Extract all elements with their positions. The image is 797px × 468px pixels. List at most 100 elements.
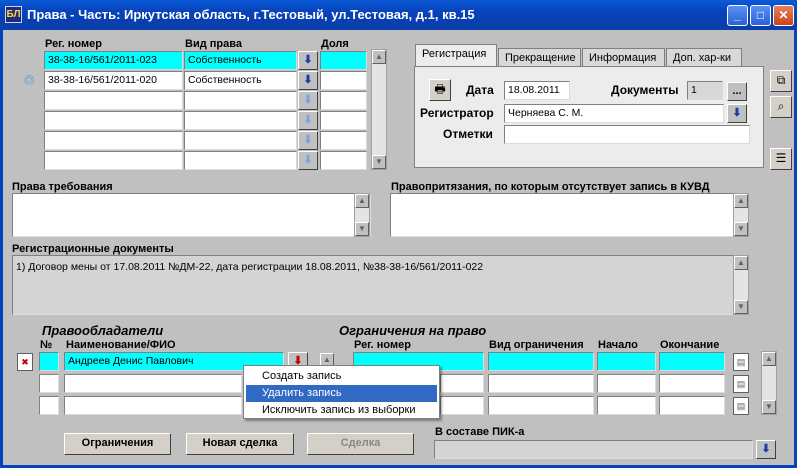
restrictions-header-start: Начало xyxy=(598,339,638,351)
restrictions-button[interactable]: Ограничения xyxy=(64,433,171,455)
rights-row-6-dropdown[interactable]: ⬇ xyxy=(298,151,318,170)
claims-label: Правопритязания, по которым отсутствует … xyxy=(391,181,710,193)
pik-field[interactable] xyxy=(434,440,753,459)
scroll-down-icon[interactable]: ▼ xyxy=(734,300,748,314)
scroll-down-icon[interactable]: ▼ xyxy=(355,222,369,236)
minimize-button[interactable]: _ xyxy=(727,5,748,26)
restriction-row-1-end[interactable] xyxy=(659,352,725,371)
notes-field[interactable] xyxy=(504,125,750,144)
date-field[interactable]: 18.08.2011 xyxy=(504,81,570,100)
tab-extra[interactable]: Доп. хар-ки xyxy=(666,48,742,68)
printer-icon[interactable]: 🖶 xyxy=(429,79,451,101)
deal-button[interactable]: Сделка xyxy=(307,433,414,455)
restriction-row-2-doc-icon[interactable]: ▤ xyxy=(733,375,749,393)
scroll-up-icon[interactable]: ▲ xyxy=(762,352,776,366)
holder-row-1-num[interactable] xyxy=(39,352,59,371)
scroll-up-icon[interactable]: ▲ xyxy=(734,194,748,208)
rights-row-2-dropdown[interactable]: ⬇ xyxy=(298,71,318,90)
holders-title: Правообладатели xyxy=(42,323,164,338)
rights-row-1-type[interactable]: Собственность xyxy=(184,51,297,70)
restriction-row-3-end[interactable] xyxy=(659,396,725,415)
requirements-textarea[interactable] xyxy=(12,193,371,237)
rights-row-1-share[interactable] xyxy=(320,51,367,70)
rights-row-4-reg[interactable] xyxy=(44,111,183,130)
rights-row-4-dropdown[interactable]: ⬇ xyxy=(298,111,318,130)
restriction-row-3-doc-icon[interactable]: ▤ xyxy=(733,397,749,415)
scroll-down-icon[interactable]: ▼ xyxy=(372,155,386,169)
tab-registration[interactable]: Регистрация xyxy=(415,44,497,66)
title-bar: БЛ Права - Часть: Иркутская область, г.Т… xyxy=(0,0,797,30)
menu-item-delete[interactable]: Удалить запись xyxy=(246,385,437,402)
app-icon: БЛ xyxy=(5,6,22,23)
close-button[interactable]: ✕ xyxy=(773,5,794,26)
rights-row-5-dropdown[interactable]: ⬇ xyxy=(298,131,318,150)
registrar-label: Регистратор xyxy=(420,106,494,120)
rights-row-6-share[interactable] xyxy=(320,151,367,170)
reg-docs-scrollbar[interactable]: ▲ ▼ xyxy=(733,255,749,315)
claims-textarea[interactable] xyxy=(390,193,749,237)
new-deal-button[interactable]: Новая сделка xyxy=(186,433,294,455)
holder-row-2-name[interactable] xyxy=(64,374,242,393)
tab-termination[interactable]: Прекращение xyxy=(498,48,581,68)
list-icon[interactable]: ☰ xyxy=(770,148,792,170)
rights-row-1-dropdown[interactable]: ⬇ xyxy=(298,51,318,70)
restrictions-header-end: Окончание xyxy=(660,339,720,351)
scroll-up-icon[interactable]: ▲ xyxy=(734,256,748,270)
registrar-field[interactable]: Черняева С. М. xyxy=(504,104,724,123)
restrictions-header-reg: Рег. номер xyxy=(354,339,411,351)
restriction-row-3-start[interactable] xyxy=(597,396,656,415)
scroll-down-icon[interactable]: ▼ xyxy=(734,222,748,236)
rights-row-5-type[interactable] xyxy=(184,131,297,150)
requirements-scrollbar[interactable]: ▲ ▼ xyxy=(354,193,370,237)
recycle-bin-icon[interactable]: ♲ xyxy=(23,72,39,88)
rights-row-6-type[interactable] xyxy=(184,151,297,170)
scroll-down-icon[interactable]: ▼ xyxy=(762,400,776,414)
scroll-up-icon[interactable]: ▲ xyxy=(372,50,386,64)
rights-row-6-reg[interactable] xyxy=(44,151,183,170)
rights-row-3-type[interactable] xyxy=(184,91,297,110)
restriction-row-2-end[interactable] xyxy=(659,374,725,393)
requirements-label: Права требования xyxy=(12,181,113,193)
rights-row-5-reg[interactable] xyxy=(44,131,183,150)
rights-row-3-reg[interactable] xyxy=(44,91,183,110)
restriction-row-1-start[interactable] xyxy=(597,352,656,371)
rights-row-4-type[interactable] xyxy=(184,111,297,130)
rights-row-3-share[interactable] xyxy=(320,91,367,110)
scroll-up-icon[interactable]: ▲ xyxy=(355,194,369,208)
header-right-type: Вид права xyxy=(185,38,242,50)
holder-row-3-num[interactable] xyxy=(39,396,59,415)
restriction-row-2-type[interactable] xyxy=(488,374,594,393)
tab-information[interactable]: Информация xyxy=(582,48,665,68)
restriction-row-1-type[interactable] xyxy=(488,352,594,371)
restrictions-scrollbar[interactable]: ▲ ▼ xyxy=(761,351,777,415)
menu-item-create[interactable]: Создать запись xyxy=(246,368,437,385)
rights-scrollbar[interactable]: ▲ ▼ xyxy=(371,49,387,170)
rights-row-2-share[interactable] xyxy=(320,71,367,90)
claims-scrollbar[interactable]: ▲ ▼ xyxy=(733,193,749,237)
registrar-dropdown[interactable]: ⬇ xyxy=(727,104,747,123)
rights-row-4-share[interactable] xyxy=(320,111,367,130)
pik-dropdown[interactable]: ⬇ xyxy=(756,440,776,459)
reg-docs-label: Регистрационные документы xyxy=(12,243,174,255)
restriction-row-2-reg[interactable] xyxy=(440,374,484,393)
restriction-row-3-reg[interactable] xyxy=(440,396,484,415)
holder-row-2-num[interactable] xyxy=(39,374,59,393)
restriction-row-1-doc-icon[interactable]: ▤ xyxy=(733,353,749,371)
rights-row-3-dropdown[interactable]: ⬇ xyxy=(298,91,318,110)
holder-row-3-name[interactable] xyxy=(64,396,242,415)
documents-count: 1 xyxy=(687,81,723,100)
documents-button[interactable]: ... xyxy=(727,82,747,101)
restriction-row-2-start[interactable] xyxy=(597,374,656,393)
rights-row-2-type[interactable]: Собственность xyxy=(184,71,297,90)
search-icon[interactable]: ⌕ xyxy=(770,96,792,118)
menu-item-exclude[interactable]: Исключить запись из выборки xyxy=(246,402,437,419)
maximize-button[interactable]: □ xyxy=(750,5,771,26)
restriction-row-3-type[interactable] xyxy=(488,396,594,415)
rights-row-5-share[interactable] xyxy=(320,131,367,150)
copy-icon[interactable]: ⧉ xyxy=(770,70,792,92)
rights-row-2-reg[interactable]: 38-38-16/561/2011-020 xyxy=(44,71,183,90)
delete-document-icon[interactable]: ✖ xyxy=(17,353,33,371)
rights-row-1-reg[interactable]: 38-38-16/561/2011-023 xyxy=(44,51,183,70)
date-label: Дата xyxy=(466,83,494,97)
header-share: Доля xyxy=(321,38,349,50)
